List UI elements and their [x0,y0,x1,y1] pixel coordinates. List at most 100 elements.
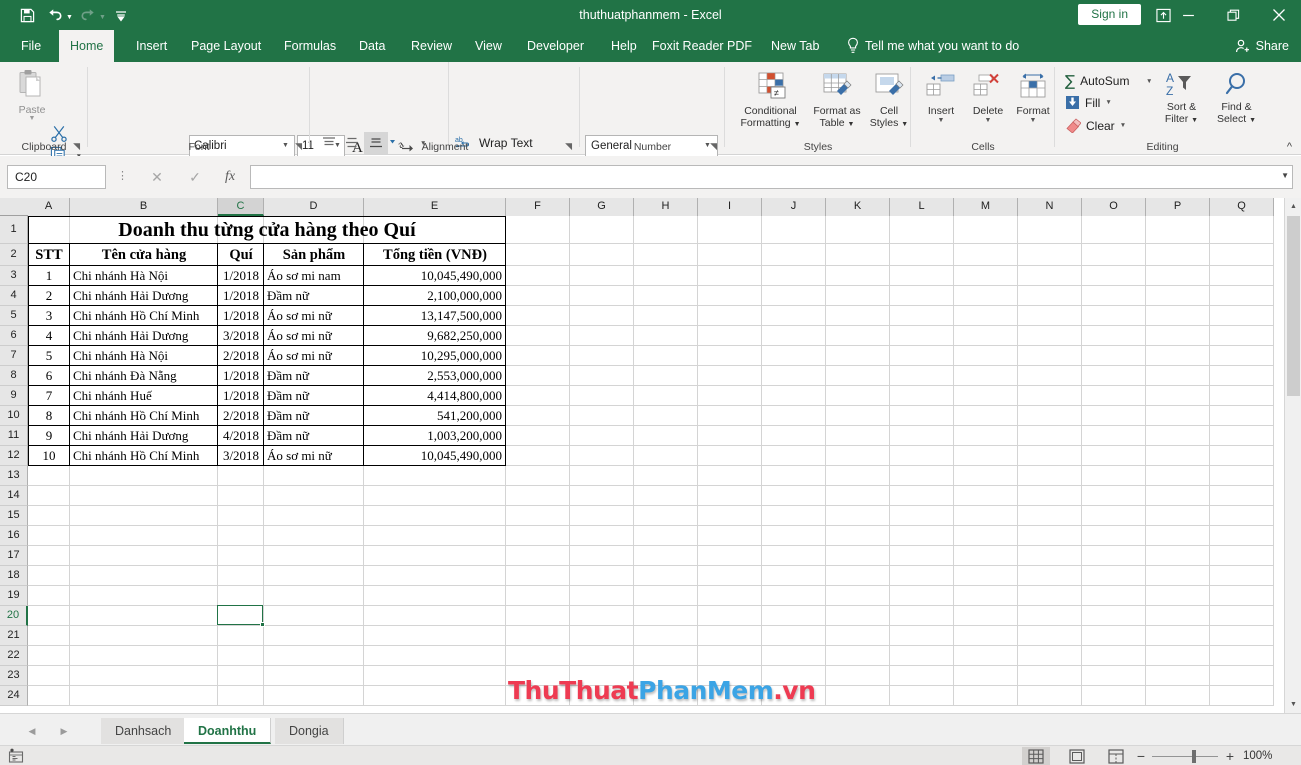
table-cell[interactable]: 4 [28,326,70,346]
row-header-11[interactable]: 11 [0,426,28,446]
tab-new-tab[interactable]: New Tab [760,30,830,62]
table-cell[interactable]: Chi nhánh Hồ Chí Minh [70,446,218,466]
delete-cells-dropdown-icon[interactable]: ▼ [965,117,1011,124]
table-cell[interactable]: 10 [28,446,70,466]
table-cell[interactable]: 9,682,250,000 [364,326,506,346]
tab-formulas[interactable]: Formulas [273,30,347,62]
table-cell[interactable]: Đầm nữ [264,386,364,406]
confirm-edit-icon[interactable]: ✓ [180,165,210,189]
row-header-16[interactable]: 16 [0,526,28,546]
row-header-13[interactable]: 13 [0,466,28,486]
cell-styles-dropdown-icon[interactable]: ▼ [901,121,908,128]
autosum-button[interactable]: ∑ AutoSum [1065,72,1129,90]
table-cell[interactable]: 5 [28,346,70,366]
row-header-20[interactable]: 20 [0,606,28,626]
table-cell[interactable]: Chi nhánh Hải Dương [70,326,218,346]
sort-filter-button[interactable]: AZ Sort & Filter ▼ [1155,70,1208,127]
row-header-24[interactable]: 24 [0,686,28,706]
table-cell[interactable]: 8 [28,406,70,426]
row-header-6[interactable]: 6 [0,326,28,346]
fill-button[interactable]: Fill ▼ [1065,95,1112,110]
column-header-A[interactable]: A [28,198,70,216]
autosum-dropdown-icon[interactable]: ▼ [1146,78,1152,85]
row-header-5[interactable]: 5 [0,306,28,326]
table-cell[interactable]: 7 [28,386,70,406]
column-header-C[interactable]: C [218,198,264,216]
conditional-formatting-dropdown-icon[interactable]: ▼ [794,121,801,128]
find-select-button[interactable]: Find & Select ▼ [1210,70,1263,127]
normal-view-icon[interactable] [1022,747,1050,765]
row-header-19[interactable]: 19 [0,586,28,606]
font-dialog-launcher[interactable]: ◥ [295,141,302,152]
table-cell[interactable]: Chi nhánh Huế [70,386,218,406]
table-cell[interactable]: 2,553,000,000 [364,366,506,386]
column-header-G[interactable]: G [570,198,634,216]
row-header-10[interactable]: 10 [0,406,28,426]
sheet-tab-danhsach[interactable]: Danhsach [101,718,186,744]
formula-input[interactable]: ▼ [250,165,1293,189]
row-header-21[interactable]: 21 [0,626,28,646]
table-cell[interactable]: 4/2018 [218,426,264,446]
table-cell[interactable]: Đầm nữ [264,366,364,386]
table-cell[interactable]: 2/2018 [218,406,264,426]
cell-styles-button[interactable]: Cell Styles ▼ [865,72,913,131]
page-break-preview-icon[interactable] [1102,747,1130,765]
sort-filter-dropdown-icon[interactable]: ▼ [1191,117,1198,124]
fill-dropdown-icon[interactable]: ▼ [1105,99,1111,106]
format-cells-dropdown-icon[interactable]: ▼ [1011,117,1055,124]
cell-header-5[interactable]: Tổng tiền (VNĐ) [364,244,506,266]
table-cell[interactable]: Chi nhánh Hồ Chí Minh [70,306,218,326]
accessibility-checker-icon[interactable] [8,748,24,764]
row-header-8[interactable]: 8 [0,366,28,386]
table-cell[interactable]: 3/2018 [218,326,264,346]
zoom-in-button[interactable]: + [1222,747,1238,765]
clear-button[interactable]: Clear ▼ [1065,118,1126,133]
table-cell[interactable]: 2,100,000,000 [364,286,506,306]
table-cell[interactable]: Áo sơ mi nam [264,266,364,286]
row-header-14[interactable]: 14 [0,486,28,506]
column-header-I[interactable]: I [698,198,762,216]
table-cell[interactable]: 541,200,000 [364,406,506,426]
table-cell[interactable]: 3 [28,306,70,326]
insert-cells-dropdown-icon[interactable]: ▼ [919,117,963,124]
column-header-P[interactable]: P [1146,198,1210,216]
column-header-M[interactable]: M [954,198,1018,216]
table-cell[interactable]: Đầm nữ [264,286,364,306]
expand-formula-bar-icon[interactable]: ▼ [1281,171,1289,180]
paste-dropdown-icon[interactable]: ▼ [8,115,56,122]
tab-view[interactable]: View [464,30,513,62]
zoom-out-button[interactable]: − [1133,747,1149,765]
row-header-2[interactable]: 2 [0,244,28,266]
table-cell[interactable]: 10,045,490,000 [364,266,506,286]
column-header-O[interactable]: O [1082,198,1146,216]
row-header-9[interactable]: 9 [0,386,28,406]
scroll-up-icon[interactable]: ▲ [1285,198,1301,215]
cell-header-1[interactable]: STT [28,244,70,266]
clipboard-dialog-launcher[interactable]: ◥ [73,141,80,152]
column-header-J[interactable]: J [762,198,826,216]
cell-header-2[interactable]: Tên cửa hàng [70,244,218,266]
table-cell[interactable]: 1/2018 [218,266,264,286]
tab-foxit-reader-pdf[interactable]: Foxit Reader PDF [641,30,763,62]
row-header-22[interactable]: 22 [0,646,28,666]
column-header-N[interactable]: N [1018,198,1082,216]
page-layout-view-icon[interactable] [1063,747,1091,765]
conditional-formatting-button[interactable]: ≠ Conditional Formatting ▼ [734,72,807,131]
paste-button[interactable]: Paste ▼ [8,67,56,122]
tab-developer[interactable]: Developer [516,30,595,62]
tab-home[interactable]: Home [59,30,114,62]
table-cell[interactable]: 6 [28,366,70,386]
sign-in-button[interactable]: Sign in [1078,4,1141,25]
spreadsheet-grid[interactable]: ABCDEFGHIJKLMNOPQ 1234567891011121314151… [0,198,1301,713]
column-header-K[interactable]: K [826,198,890,216]
row-header-12[interactable]: 12 [0,446,28,466]
tab-review[interactable]: Review [400,30,463,62]
cancel-edit-icon[interactable]: ✕ [142,165,172,189]
table-cell[interactable]: Chi nhánh Hồ Chí Minh [70,406,218,426]
scroll-down-icon[interactable]: ▼ [1285,696,1301,713]
cell-header-3[interactable]: Quí [218,244,264,266]
table-cell[interactable]: 2/2018 [218,346,264,366]
table-cell[interactable]: Đầm nữ [264,406,364,426]
next-sheet-icon[interactable]: ▶ [54,722,74,740]
column-header-Q[interactable]: Q [1210,198,1274,216]
